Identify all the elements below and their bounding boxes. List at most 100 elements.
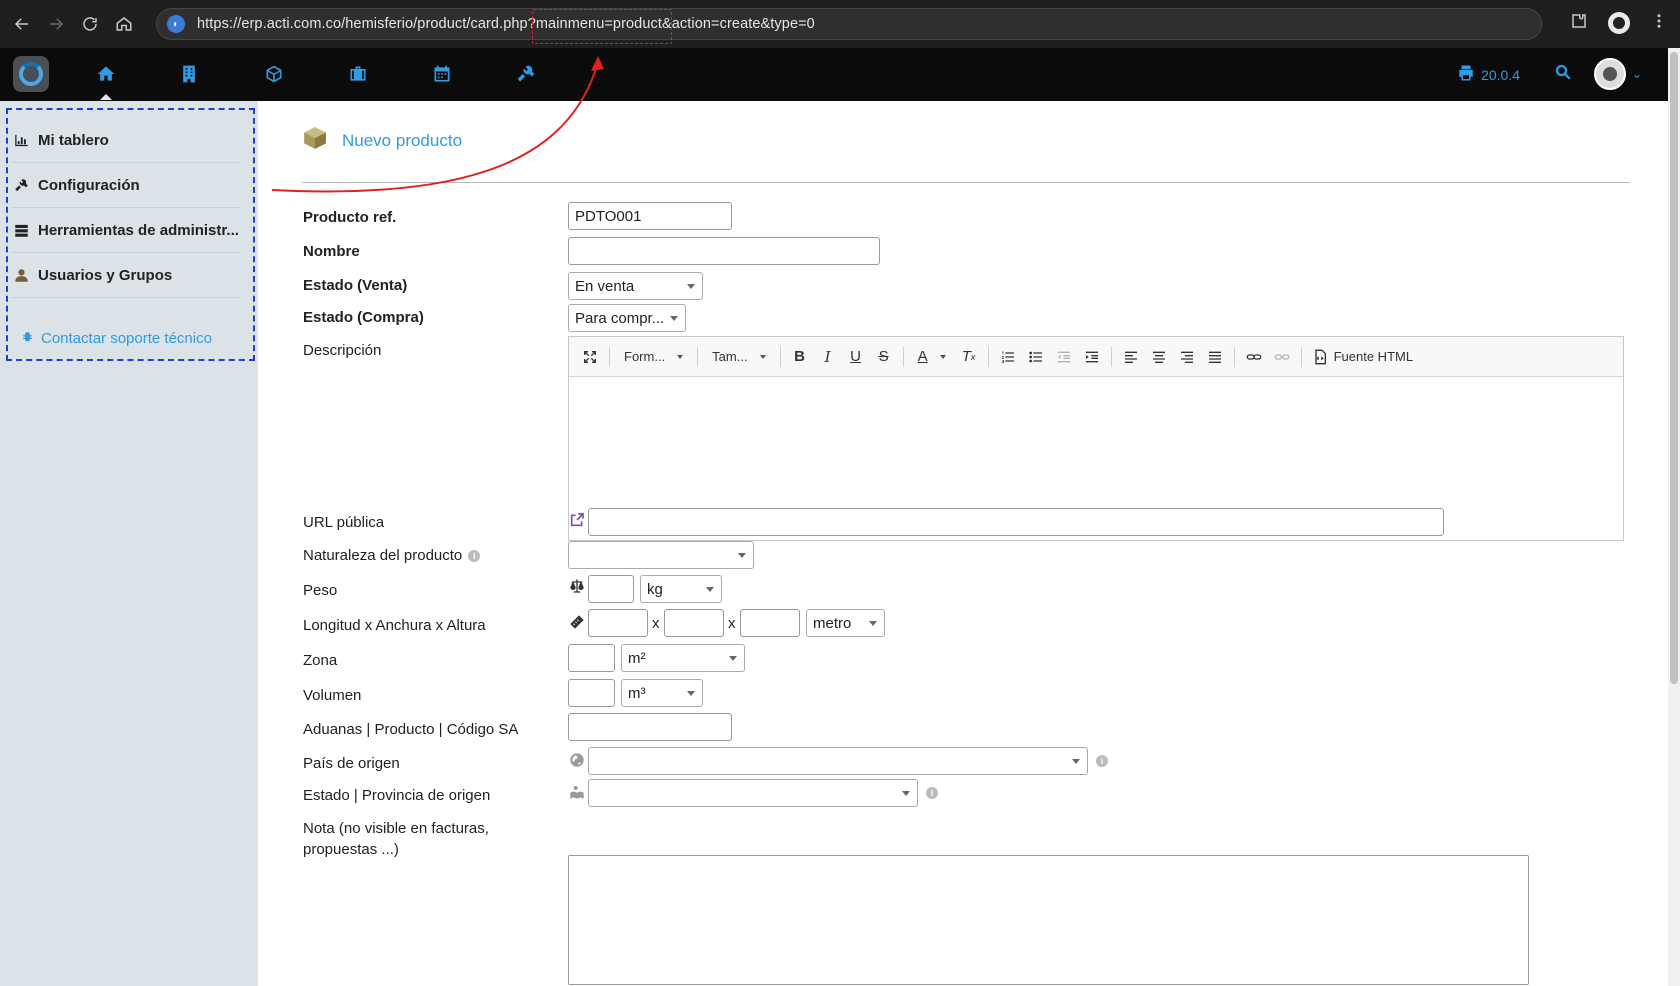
sidebar-item-configuration[interactable]: Configuración xyxy=(12,164,240,208)
status-sell-label: Estado (Venta) xyxy=(303,277,408,294)
strikethrough-icon[interactable]: S xyxy=(875,346,893,368)
align-center-icon[interactable] xyxy=(1150,346,1168,368)
note-textarea[interactable] xyxy=(568,855,1529,985)
status-sell-select[interactable]: En venta xyxy=(568,272,703,300)
indent-icon[interactable] xyxy=(1083,346,1101,368)
toolbar-separator xyxy=(609,346,610,367)
dims-unit-select[interactable]: metro xyxy=(806,609,885,637)
cube-icon[interactable] xyxy=(262,62,286,86)
align-justify-icon[interactable] xyxy=(1206,346,1224,368)
numbered-list-icon[interactable] xyxy=(999,346,1017,368)
height-input[interactable] xyxy=(740,609,800,637)
length-input[interactable] xyxy=(588,609,648,637)
weight-input[interactable] xyxy=(588,575,634,603)
printer-icon xyxy=(1457,64,1475,85)
source-html-button[interactable]: Fuente HTML xyxy=(1312,346,1413,368)
state-label: Estado | Provincia de origen xyxy=(303,787,491,804)
app-topbar: 20.0.4 ⌄ xyxy=(0,48,1668,101)
address-bar[interactable]: ◐ https://erp.acti.com.co/hemisferio/pro… xyxy=(156,8,1542,40)
info-icon[interactable]: i xyxy=(926,787,938,799)
status-buy-value: Para compr... xyxy=(575,309,665,327)
user-avatar[interactable] xyxy=(1594,58,1626,90)
home-browser-icon[interactable] xyxy=(112,12,136,36)
globe-icon xyxy=(569,752,585,772)
underline-icon[interactable]: U xyxy=(847,346,865,368)
info-icon[interactable]: i xyxy=(1096,755,1108,767)
maximize-icon[interactable] xyxy=(581,346,599,368)
bold-icon[interactable]: B xyxy=(791,346,809,368)
italic-icon[interactable]: I xyxy=(819,346,837,368)
unlink-icon[interactable] xyxy=(1273,346,1291,368)
align-left-icon[interactable] xyxy=(1122,346,1140,368)
sidebar-item-users-groups[interactable]: Usuarios y Grupos xyxy=(12,254,240,298)
user-icon xyxy=(12,267,30,285)
volume-input[interactable] xyxy=(568,679,615,707)
map-icon xyxy=(569,784,585,804)
building-icon[interactable] xyxy=(177,62,201,86)
outdent-icon[interactable] xyxy=(1055,346,1073,368)
bullet-list-icon[interactable] xyxy=(1027,346,1045,368)
ref-input[interactable]: PDTO001 xyxy=(568,202,732,230)
volume-unit-select[interactable]: m³ xyxy=(621,679,703,707)
support-link[interactable]: Contactar soporte técnico xyxy=(20,329,212,348)
format-dropdown[interactable]: Form... xyxy=(620,346,687,368)
area-label: Zona xyxy=(303,652,338,669)
country-select[interactable] xyxy=(588,747,1088,775)
briefcase-icon[interactable] xyxy=(346,62,370,86)
public-url-input[interactable] xyxy=(588,508,1444,536)
search-icon[interactable] xyxy=(1554,63,1572,85)
browser-toolbar: ◐ https://erp.acti.com.co/hemisferio/pro… xyxy=(0,0,1680,48)
format-dropdown-label: Form... xyxy=(624,349,666,364)
source-icon xyxy=(1314,349,1326,364)
state-select[interactable] xyxy=(588,779,918,807)
tools-icon[interactable] xyxy=(514,62,538,86)
url-text[interactable]: https://erp.acti.com.co/hemisferio/produ… xyxy=(197,16,815,32)
calendar-icon[interactable] xyxy=(430,62,454,86)
editor-toolbar: Form... Tam... B I U S A Tx Fuente HTML xyxy=(569,337,1623,377)
page-title-text: Nuevo producto xyxy=(342,130,463,150)
page-scrollbar[interactable] xyxy=(1668,48,1680,986)
weight-unit-select[interactable]: kg xyxy=(640,575,722,603)
sidebar-item-label: Configuración xyxy=(38,177,140,194)
version-text: 20.0.4 xyxy=(1481,66,1520,83)
tools-icon xyxy=(12,177,30,195)
chevron-down-icon[interactable]: ⌄ xyxy=(1632,67,1642,81)
status-buy-select[interactable]: Para compr... xyxy=(568,304,686,332)
toolbar-separator xyxy=(1110,346,1112,367)
browser-profile-icon[interactable] xyxy=(1608,12,1630,34)
link-icon[interactable] xyxy=(1245,346,1263,368)
nature-label-row: Naturaleza del producto i xyxy=(303,547,481,564)
version-indicator[interactable]: 20.0.4 xyxy=(1457,64,1520,85)
size-dropdown[interactable]: Tam... xyxy=(708,346,769,368)
sidebar-item-admin-tools[interactable]: Herramientas de administr... xyxy=(12,209,240,253)
area-unit-select[interactable]: m² xyxy=(621,644,745,672)
text-color-icon[interactable]: A xyxy=(914,346,950,368)
area-input[interactable] xyxy=(568,644,615,672)
nature-select[interactable] xyxy=(568,541,754,569)
nature-label: Naturaleza del producto xyxy=(303,547,463,564)
sidebar-item-dashboard[interactable]: Mi tablero xyxy=(12,119,240,163)
site-info-icon[interactable]: ◐ xyxy=(167,15,185,33)
width-input[interactable] xyxy=(664,609,724,637)
remove-format-icon[interactable]: Tx xyxy=(960,346,978,368)
main-content: Nuevo producto Producto ref. PDTO001 Nom… xyxy=(258,101,1668,986)
extensions-icon[interactable] xyxy=(1570,12,1588,34)
dims-unit-value: metro xyxy=(813,614,852,632)
app-logo[interactable] xyxy=(13,56,49,92)
name-input[interactable] xyxy=(568,237,880,265)
forward-icon[interactable] xyxy=(44,12,68,36)
back-icon[interactable] xyxy=(10,12,34,36)
volume-label: Volumen xyxy=(303,687,362,704)
browser-menu-icon[interactable] xyxy=(1650,12,1668,34)
info-icon[interactable]: i xyxy=(468,549,481,562)
customs-input[interactable] xyxy=(568,713,732,741)
external-link-icon[interactable] xyxy=(569,512,585,532)
home-icon[interactable] xyxy=(94,62,118,100)
left-sidebar: Mi tablero Configuración Herramientas de… xyxy=(0,101,258,986)
align-right-icon[interactable] xyxy=(1178,346,1196,368)
reload-icon[interactable] xyxy=(78,12,102,36)
dims-separator: x xyxy=(652,615,660,632)
toolbar-separator xyxy=(1300,346,1302,367)
status-buy-label: Estado (Compra) xyxy=(303,309,424,326)
scrollbar-thumb[interactable] xyxy=(1670,52,1678,684)
